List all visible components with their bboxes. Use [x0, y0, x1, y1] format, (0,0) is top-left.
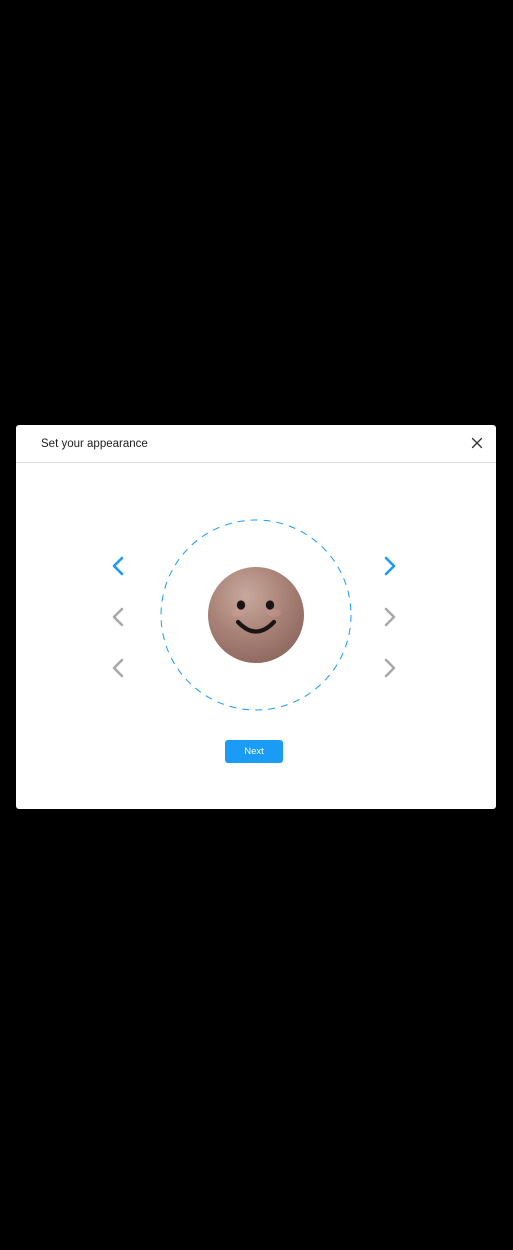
chevron-right-icon: [384, 556, 396, 576]
next-button[interactable]: Next: [225, 740, 283, 763]
appearance-dialog: Set your appearance Next: [16, 425, 496, 809]
row-3-next-button[interactable]: [380, 657, 400, 679]
close-icon: [471, 437, 483, 449]
avatar-preview: [208, 567, 304, 663]
dialog-header: Set your appearance: [16, 425, 496, 463]
chevron-right-icon: [384, 607, 396, 627]
dialog-title: Set your appearance: [41, 438, 148, 450]
chevron-left-icon: [112, 556, 124, 576]
row-2-next-button[interactable]: [380, 606, 400, 628]
row-1-prev-button[interactable]: [108, 555, 128, 577]
row-2-prev-button[interactable]: [108, 606, 128, 628]
close-button[interactable]: [470, 436, 484, 450]
smiley-face-icon: [231, 600, 281, 634]
row-1-next-button[interactable]: [380, 555, 400, 577]
row-3-prev-button[interactable]: [108, 657, 128, 679]
chevron-right-icon: [384, 658, 396, 678]
chevron-left-icon: [112, 658, 124, 678]
chevron-left-icon: [112, 607, 124, 627]
